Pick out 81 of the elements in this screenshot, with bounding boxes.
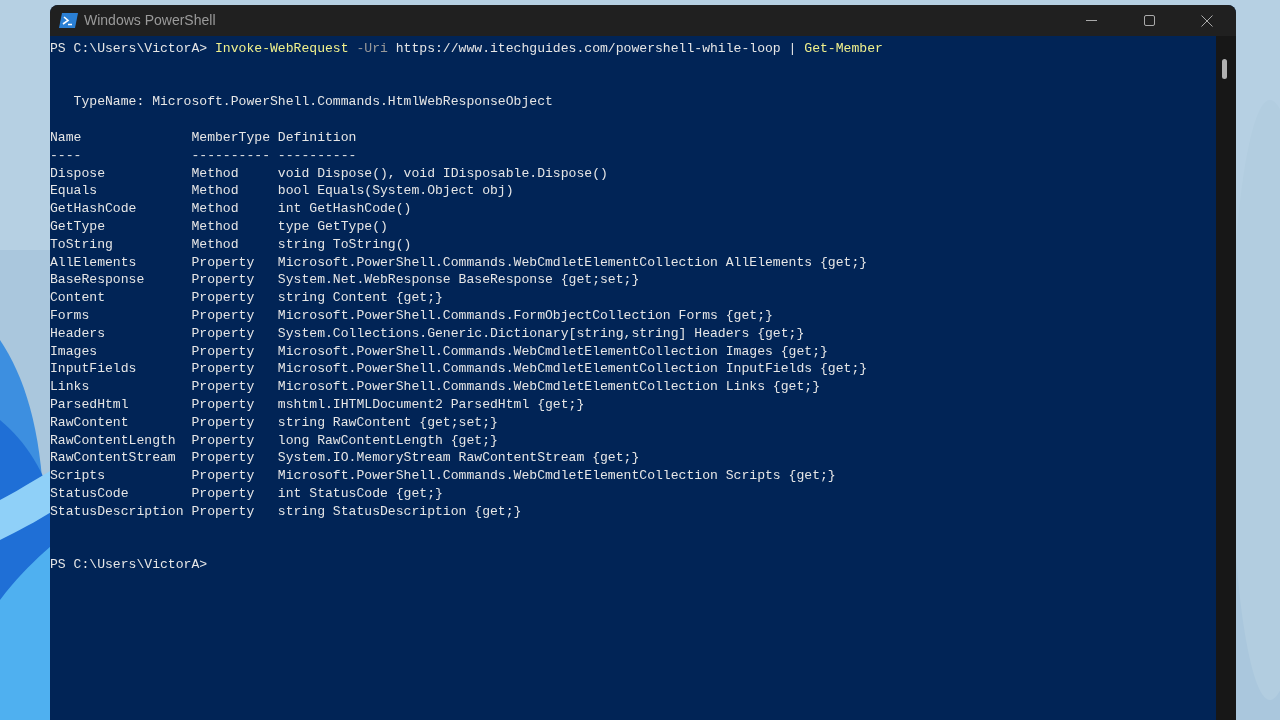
cmdlet-text: Get-Member xyxy=(804,40,883,58)
table-cell-text: BaseResponse xyxy=(50,271,146,290)
table-cell: string Content {get;} xyxy=(277,289,443,307)
table-cell-text: Property xyxy=(191,431,256,450)
table-cell-text: Property xyxy=(191,449,256,468)
table-cell-text: Equals xyxy=(50,182,99,201)
table-cell-text: ToString xyxy=(50,235,114,254)
table-cell: string RawContent {get;set;} xyxy=(277,413,498,432)
maximize-icon xyxy=(1143,15,1155,26)
table-cell-text: StatusDescription xyxy=(50,502,185,521)
table-cell: System.IO.MemoryStream RawContentStream {get;} xyxy=(277,449,640,468)
table-cell-text: Property xyxy=(191,360,256,379)
table-cell-text: Dispose xyxy=(50,164,106,183)
column-header: Definition xyxy=(277,129,357,147)
table-cell-text: RawContentLength xyxy=(50,431,177,450)
table-cell: System.Collections.Generic.Dictionary[string,string] Headers {get;} xyxy=(277,324,805,343)
table-cell-text: RawContentStream xyxy=(50,449,177,468)
table-cell: type GetType() xyxy=(277,217,388,236)
table-cell-text: Method xyxy=(191,235,240,254)
minimize-icon xyxy=(1085,20,1097,21)
window-title: Windows PowerShell xyxy=(84,11,216,30)
table-cell-text: AllElements xyxy=(50,253,138,272)
table-cell: string StatusDescription {get;} xyxy=(277,502,522,521)
cmdlet-text: Invoke-WebRequest xyxy=(215,40,349,58)
table-cell: Microsoft.PowerShell.Commands.WebCmdletElementCollection AllElements {get;} xyxy=(277,253,868,272)
header-underline: ---------- xyxy=(191,146,271,165)
table-cell-text: Property xyxy=(191,413,256,432)
table-cell-text: Property xyxy=(191,395,256,414)
table-cell: long RawContentLength {get;} xyxy=(277,431,498,450)
table-cell-text: Content xyxy=(50,289,106,307)
table-cell-text: Forms xyxy=(50,306,91,325)
column-header: MemberType xyxy=(191,129,271,147)
table-cell-text: Images xyxy=(50,342,99,361)
table-cell-text: GetType xyxy=(50,217,106,236)
table-cell-text: Method xyxy=(191,217,240,236)
table-cell-text: InputFields xyxy=(50,360,138,379)
scrollbar[interactable] xyxy=(1216,36,1236,720)
header-underline: ---------- xyxy=(277,146,357,165)
table-cell-text: Property xyxy=(191,342,256,361)
prompt-text: PS C:\Users\VictorA> xyxy=(50,40,208,58)
table-cell: Microsoft.PowerShell.Commands.WebCmdletElementCollection Images {get;} xyxy=(277,342,828,361)
table-cell-text: ParsedHtml xyxy=(50,395,130,414)
table-cell: Microsoft.PowerShell.Commands.WebCmdletElementCollection Links {get;} xyxy=(277,378,820,396)
table-cell-text: StatusCode xyxy=(50,484,130,503)
table-cell-text: Property xyxy=(191,289,256,307)
table-cell: mshtml.IHTMLDocument2 ParsedHtml {get;} xyxy=(277,395,585,414)
table-cell-text: Method xyxy=(191,164,240,183)
table-cell: Microsoft.PowerShell.Commands.WebCmdletElementCollection Scripts {get;} xyxy=(277,467,836,485)
parameter-text: -Uri xyxy=(356,40,388,58)
table-cell-text: Property xyxy=(191,324,256,343)
pipe-operator: | xyxy=(788,40,797,58)
table-cell-text: Method xyxy=(191,200,240,218)
table-cell-text: Property xyxy=(191,306,256,325)
table-cell-text: Property xyxy=(191,271,256,290)
table-cell: Microsoft.PowerShell.Commands.FormObjectCollection Forms {get;} xyxy=(277,306,773,325)
table-cell: string ToString() xyxy=(277,235,412,254)
table-cell-text: Links xyxy=(50,378,91,396)
type-name-text: TypeName: Microsoft.PowerShell.Commands.HtmlWebResponseObject xyxy=(73,93,553,112)
header-underline: ---- xyxy=(50,146,83,165)
table-cell: System.Net.WebResponse BaseResponse {get;set;} xyxy=(277,271,640,290)
argument-text: https://www.itechguides.com/powershell-while-loop xyxy=(395,40,781,58)
table-cell-text: Property xyxy=(191,467,256,485)
table-cell-text: Property xyxy=(191,484,256,503)
table-cell-text: Scripts xyxy=(50,467,106,485)
table-cell-text: RawContent xyxy=(50,413,130,432)
table-cell-text: Property xyxy=(191,253,256,272)
table-cell: int GetHashCode() xyxy=(277,200,412,218)
table-cell-text: Method xyxy=(191,182,240,201)
table-cell-text: Property xyxy=(191,378,256,396)
table-cell-text: Headers xyxy=(50,324,106,343)
close-icon xyxy=(1201,14,1213,27)
column-header: Name xyxy=(50,129,83,147)
table-cell-text: Property xyxy=(191,502,256,521)
table-cell: bool Equals(System.Object obj) xyxy=(277,182,514,201)
table-cell-text: GetHashCode xyxy=(50,200,138,218)
table-cell: void Dispose(), void IDisposable.Dispose() xyxy=(277,164,608,183)
scrollbar-thumb[interactable] xyxy=(1222,59,1227,79)
table-cell: Microsoft.PowerShell.Commands.WebCmdletElementCollection InputFields {get;} xyxy=(277,360,868,379)
prompt-text: PS C:\Users\VictorA> xyxy=(50,556,208,574)
table-cell: int StatusCode {get;} xyxy=(277,484,443,503)
terminal-icon xyxy=(59,13,78,28)
